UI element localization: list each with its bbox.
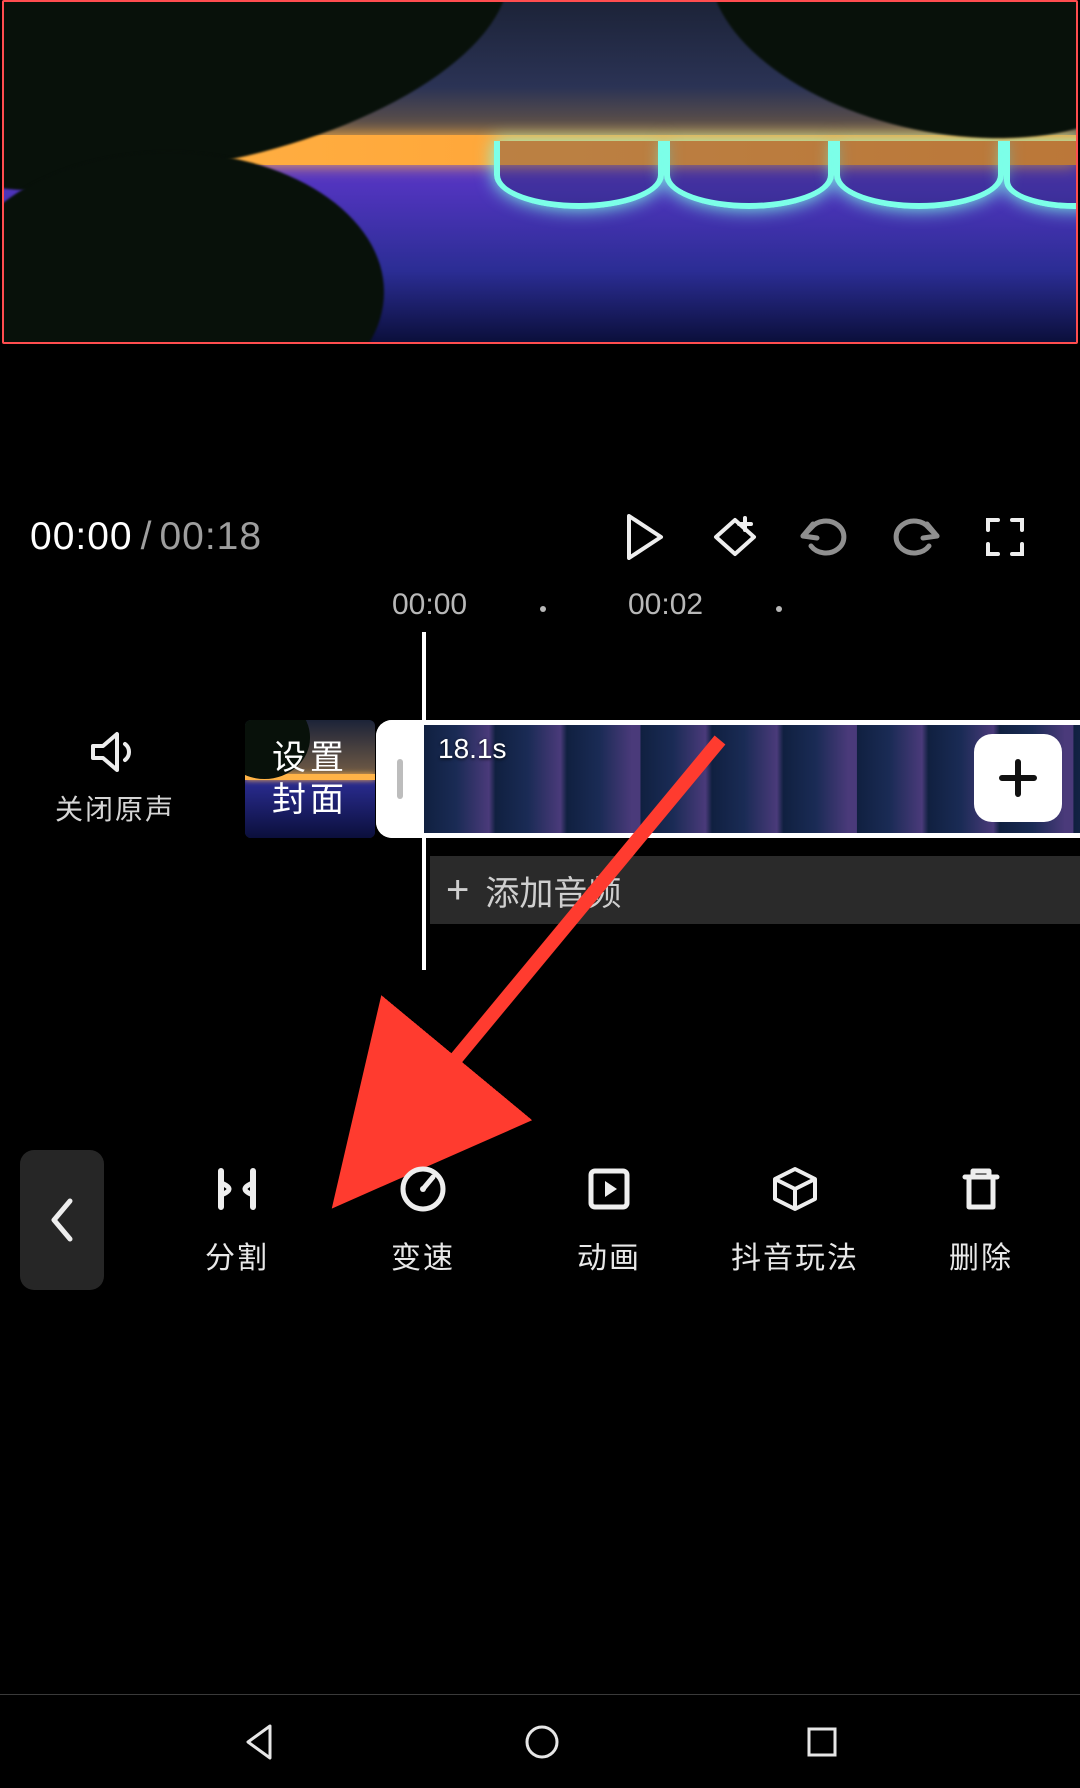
undo-button[interactable] xyxy=(780,500,870,574)
split-icon xyxy=(211,1163,263,1215)
edit-toolbar: 分割 变速 动画 抖音玩法 删除 xyxy=(0,1140,1080,1300)
add-clip-button[interactable] xyxy=(974,734,1062,822)
mute-original-sound[interactable]: 关闭原声 xyxy=(0,720,230,838)
add-audio-button[interactable]: + 添加音频 xyxy=(430,856,1080,924)
tool-label: 删除 xyxy=(949,1233,1013,1277)
total-time: 00:18 xyxy=(159,515,262,559)
add-audio-label: 添加音频 xyxy=(485,866,621,915)
tool-split[interactable]: 分割 xyxy=(144,1150,330,1290)
video-preview[interactable] xyxy=(2,0,1078,344)
redo-button[interactable] xyxy=(870,500,960,574)
tool-label: 动画 xyxy=(577,1233,641,1277)
current-time: 00:00 xyxy=(30,515,133,559)
nav-home-button[interactable] xyxy=(520,1720,564,1764)
plus-icon xyxy=(996,756,1040,800)
clip-duration: 18.1s xyxy=(438,733,507,765)
timeline-ruler[interactable]: 00:00 00:02 xyxy=(0,580,1080,626)
system-nav-bar xyxy=(0,1694,1080,1788)
ruler-dot xyxy=(776,606,782,612)
set-cover-button[interactable]: 设置 封面 xyxy=(245,720,375,838)
time-separator: / xyxy=(141,515,152,559)
tool-animation[interactable]: 动画 xyxy=(516,1150,702,1290)
ruler-mark: 00:02 xyxy=(628,588,703,622)
nav-back-button[interactable] xyxy=(238,1720,282,1764)
trash-icon xyxy=(955,1163,1007,1215)
toolbar-back-button[interactable] xyxy=(20,1150,104,1290)
ruler-mark: 00:00 xyxy=(392,588,467,622)
video-track: 关闭原声 设置 封面 18.1s xyxy=(0,720,1080,838)
mute-label: 关闭原声 xyxy=(55,788,175,828)
clip-trim-handle-left[interactable] xyxy=(376,720,424,838)
plus-icon: + xyxy=(446,870,469,910)
play-button[interactable] xyxy=(600,500,690,574)
tool-label: 抖音玩法 xyxy=(731,1233,859,1277)
chevron-left-icon xyxy=(48,1197,76,1243)
playback-controls: 00:00 / 00:18 xyxy=(0,500,1080,574)
tool-douyin-effects[interactable]: 抖音玩法 xyxy=(702,1150,888,1290)
tool-label: 分割 xyxy=(205,1233,269,1277)
cover-label: 设置 封面 xyxy=(272,737,348,821)
tool-speed[interactable]: 变速 xyxy=(330,1150,516,1290)
tool-delete[interactable]: 删除 xyxy=(888,1150,1074,1290)
ruler-dot xyxy=(540,606,546,612)
keyframe-button[interactable] xyxy=(690,500,780,574)
video-clip[interactable]: 18.1s xyxy=(376,720,1080,838)
animation-icon xyxy=(583,1163,635,1215)
speed-icon xyxy=(397,1163,449,1215)
nav-recent-button[interactable] xyxy=(802,1722,842,1762)
cube-icon xyxy=(769,1163,821,1215)
fullscreen-button[interactable] xyxy=(960,500,1050,574)
tool-label: 变速 xyxy=(391,1233,455,1277)
speaker-icon xyxy=(89,730,141,774)
